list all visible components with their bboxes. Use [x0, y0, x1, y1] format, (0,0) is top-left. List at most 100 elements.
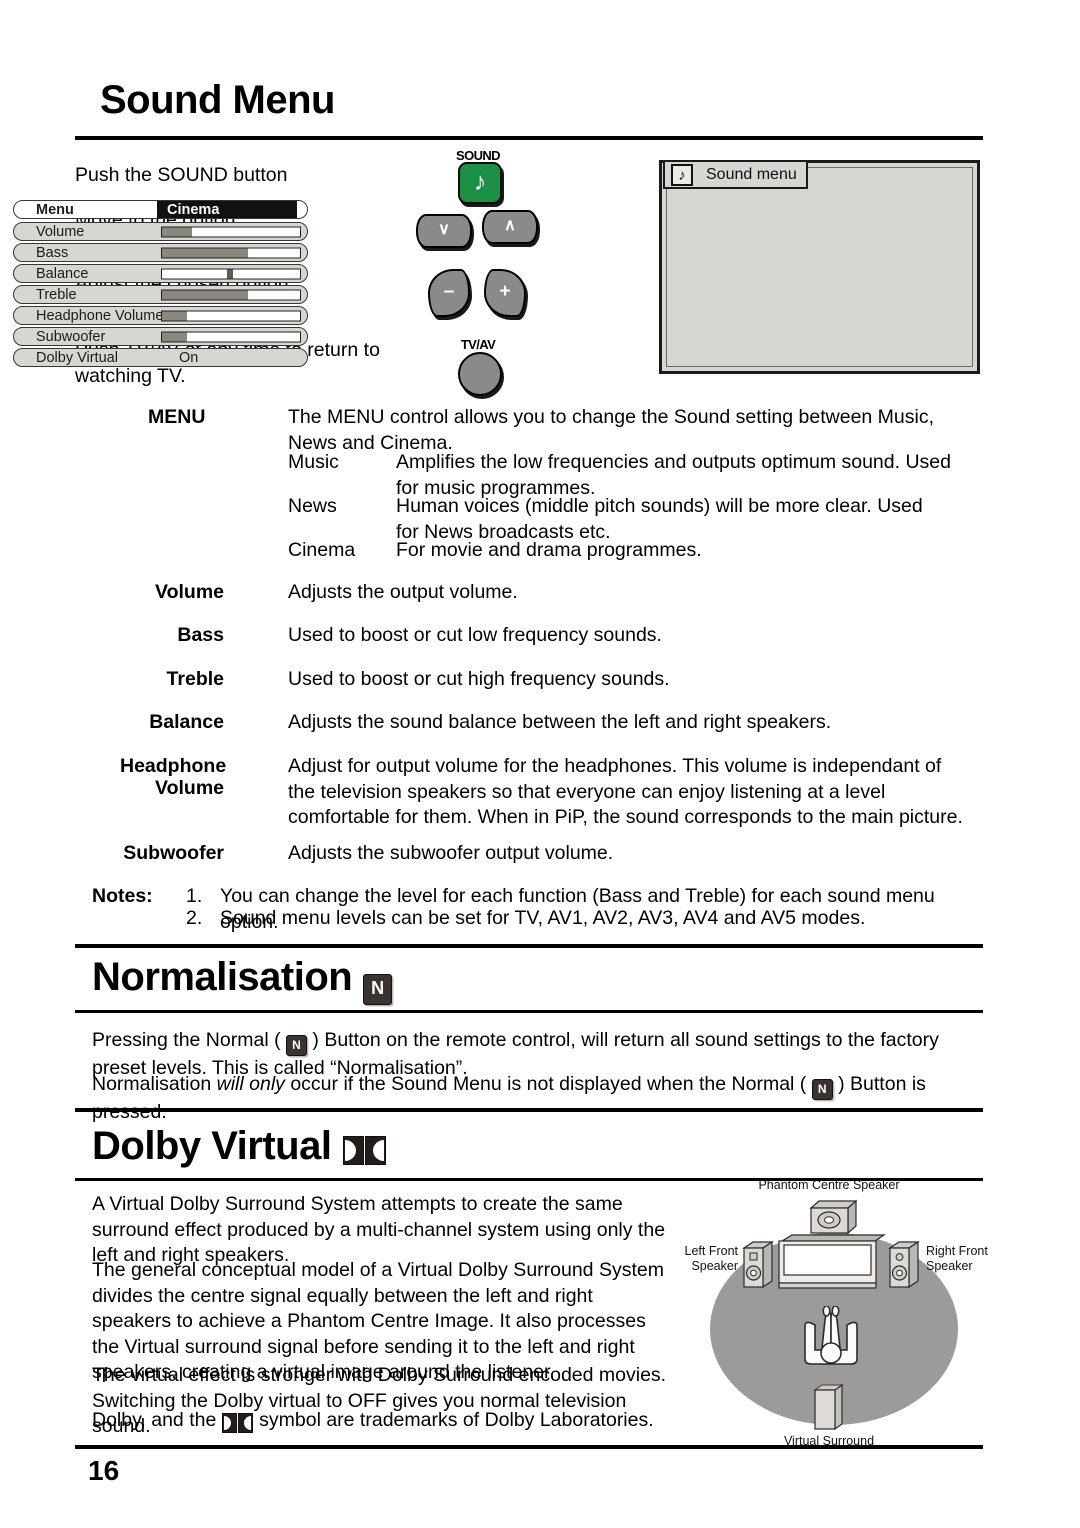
- television-icon: [778, 1234, 886, 1289]
- osd-row-label: Subwoofer: [36, 328, 106, 345]
- tvav-button[interactable]: [458, 352, 502, 396]
- desc-headphone-volume: Adjust for output volume for the headpho…: [288, 755, 963, 828]
- label-left-front-line2: Speaker: [691, 1259, 738, 1273]
- osd-row-bass[interactable]: Bass: [13, 243, 308, 262]
- normal-button-icon: N: [811, 1079, 833, 1100]
- slider-tick: [226, 269, 233, 278]
- volume-up-button[interactable]: +: [484, 269, 526, 317]
- osd-row-treble[interactable]: Treble: [13, 285, 308, 304]
- term-balance: Balance: [149, 711, 224, 733]
- osd-title-text: Sound menu: [706, 165, 797, 183]
- slider-fill: [162, 227, 193, 236]
- label-right-front-line2: Speaker: [926, 1259, 973, 1273]
- divider: [75, 1010, 983, 1013]
- dolby-virtual-title-text: Dolby Virtual: [92, 1124, 332, 1168]
- divider: [75, 944, 983, 948]
- music-note-icon: ♪: [671, 163, 693, 186]
- osd-row-label: Bass: [36, 244, 69, 261]
- desc-bass: Used to boost or cut low frequency sound…: [288, 624, 662, 646]
- trademark-part-a: Dolby, and the: [92, 1409, 222, 1431]
- desc-menu-body: The MENU control allows you to change th…: [288, 406, 935, 454]
- note-2-text: Sound menu levels can be set for TV, AV1…: [220, 907, 866, 929]
- desc-volume: Adjusts the output volume.: [288, 581, 518, 603]
- term-news: News: [288, 495, 337, 517]
- label-left-front-speaker: Left Front Speaker: [676, 1244, 739, 1274]
- trademark-part-b: symbol are trademarks of Dolby Laborator…: [253, 1409, 654, 1431]
- normalisation-title-text: Normalisation: [92, 955, 353, 999]
- osd-row-menu[interactable]: Menu Cinema: [13, 200, 308, 219]
- normal-button-icon: N: [362, 974, 392, 1005]
- term-volume: Volume: [155, 581, 224, 603]
- osd-row-label: Balance: [36, 265, 89, 282]
- osd-row-value: On: [179, 349, 199, 366]
- osd-inner-frame: [666, 167, 973, 367]
- sound-key-label: SOUND: [456, 148, 501, 163]
- term-bass: Bass: [177, 624, 224, 646]
- tv-sound-menu-osd: [659, 160, 980, 374]
- page-number: 16: [88, 1455, 120, 1486]
- label-right-front-line1: Right Front: [926, 1244, 988, 1258]
- notes-label: Notes:: [92, 885, 153, 907]
- label-phantom-centre-speaker: Phantom Centre Speaker: [758, 1178, 900, 1192]
- listener-in-armchair-icon: [804, 1306, 858, 1365]
- osd-row-label: Treble: [36, 286, 77, 303]
- left-front-speaker-icon: [742, 1240, 774, 1289]
- term-cinema: Cinema: [288, 539, 356, 561]
- osd-row-label: Menu: [36, 201, 74, 218]
- osd-row-label: Volume: [36, 223, 85, 240]
- slider-fill: [162, 332, 187, 341]
- osd-slider-bass[interactable]: [161, 247, 301, 258]
- osd-slider-subwoofer[interactable]: [161, 331, 301, 342]
- page-title: Sound Menu: [100, 78, 335, 122]
- osd-slider-treble[interactable]: [161, 289, 301, 300]
- manual-page: Sound Menu Push the SOUND button Move to…: [0, 0, 1080, 1528]
- osd-row-volume[interactable]: Volume: [13, 222, 308, 241]
- osd-row-dolby-virtual[interactable]: Dolby Virtual On: [13, 348, 308, 367]
- term-menu: MENU: [148, 406, 206, 428]
- channel-up-button[interactable]: ∧: [482, 210, 538, 244]
- osd-row-balance[interactable]: Balance: [13, 264, 308, 283]
- step-1-text: Push the SOUND button: [75, 164, 288, 186]
- virtual-surround-diagram: Phantom Centre Speaker Left Front Speake…: [676, 1178, 988, 1450]
- channel-down-button[interactable]: ∨: [416, 214, 472, 248]
- norm-p2-part-a: Normalisation: [92, 1073, 217, 1095]
- chevron-down-icon: ∨: [438, 221, 450, 238]
- plus-icon: +: [499, 281, 511, 302]
- osd-slider-volume[interactable]: [161, 226, 301, 237]
- virtual-surround-speaker-icon: [813, 1383, 844, 1431]
- dolby-double-d-icon: [342, 1126, 386, 1171]
- sound-button[interactable]: ♪: [458, 162, 502, 204]
- normal-button-icon: N: [285, 1035, 307, 1056]
- minus-icon: –: [443, 281, 455, 302]
- desc-treble: Used to boost or cut high frequency soun…: [288, 668, 670, 690]
- norm-p2-emphasis: will only: [216, 1073, 285, 1095]
- desc-balance: Adjusts the sound balance between the le…: [288, 711, 832, 733]
- right-front-speaker-icon: [888, 1240, 920, 1289]
- note-2-number: 2.: [186, 907, 203, 929]
- osd-title-tab: ♪ Sound menu: [663, 160, 808, 189]
- osd-slider-balance[interactable]: [161, 268, 301, 279]
- divider: [75, 1108, 983, 1112]
- osd-slider-headphone-volume[interactable]: [161, 310, 301, 321]
- tvav-key-label: TV/AV: [460, 337, 496, 352]
- dolby-double-d-icon: [222, 1410, 254, 1436]
- term-music: Music: [288, 451, 339, 473]
- slider-fill: [162, 311, 187, 320]
- osd-row-headphone-volume[interactable]: Headphone Volume: [13, 306, 308, 325]
- osd-row-value: Cinema: [157, 201, 297, 218]
- term-headphone-volume: Volume: [155, 777, 224, 799]
- norm-p1-part-a: Pressing the Normal (: [92, 1029, 286, 1051]
- normalisation-paragraph-2: Normalisation will only occur if the Sou…: [92, 1072, 968, 1126]
- osd-row-label: Headphone Volume: [36, 307, 164, 324]
- label-right-front-speaker: Right Front Speaker: [926, 1244, 988, 1274]
- chevron-up-icon: ∧: [504, 217, 516, 234]
- dolby-trademark-line: Dolby, and the symbol are trademarks of …: [92, 1408, 692, 1436]
- slider-fill: [162, 248, 248, 257]
- volume-down-button[interactable]: –: [428, 269, 470, 317]
- term-subwoofer: Subwoofer: [123, 842, 224, 864]
- label-left-front-line1: Left Front: [684, 1244, 739, 1258]
- desc-subwoofer: Adjusts the subwoofer output volume.: [288, 842, 614, 864]
- desc-cinema-body: For movie and drama programmes.: [396, 539, 702, 561]
- slider-fill: [162, 290, 248, 299]
- osd-row-subwoofer[interactable]: Subwoofer: [13, 327, 308, 346]
